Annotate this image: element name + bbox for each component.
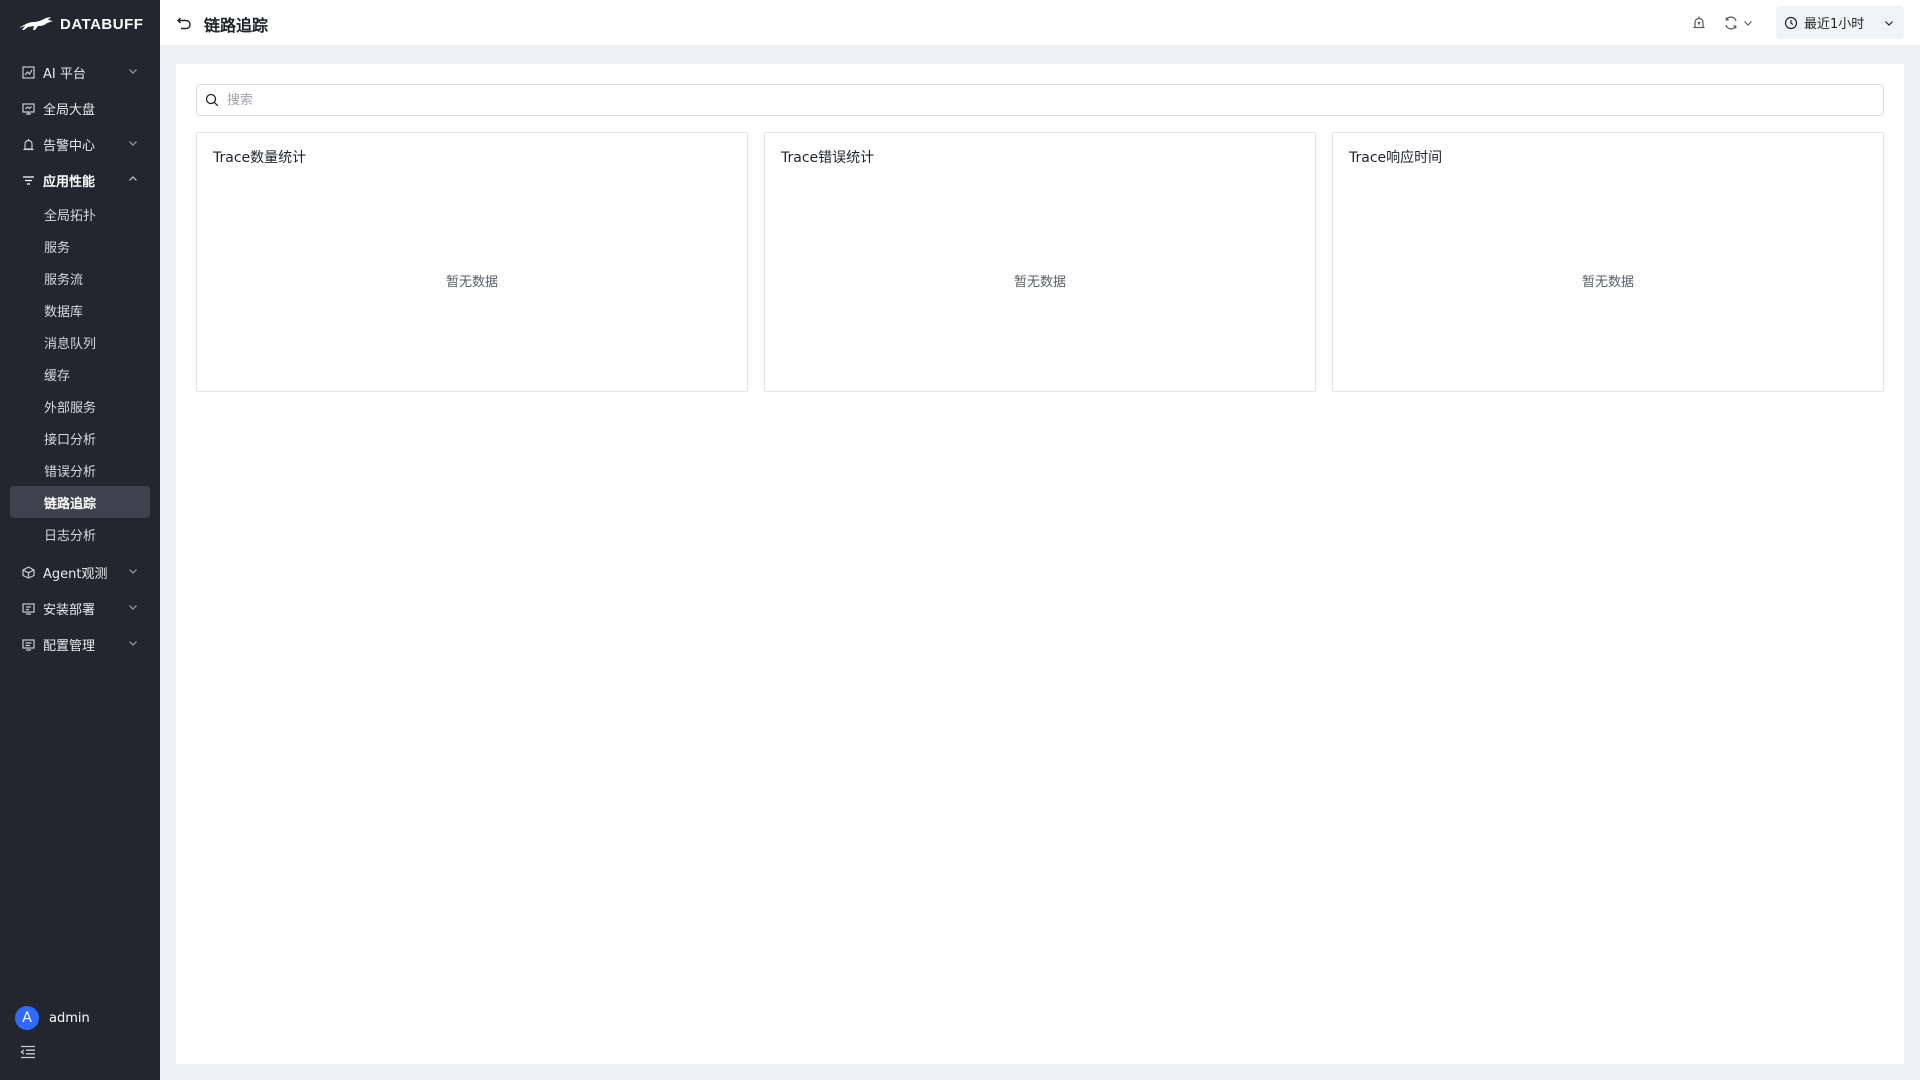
- sidebar-item-install-deploy[interactable]: 安装部署: [0, 590, 160, 626]
- card-trace-errors: Trace错误统计 暂无数据: [764, 132, 1316, 392]
- card-title: Trace错误统计: [781, 150, 875, 166]
- card-trace-response-time: Trace响应时间 暂无数据: [1332, 132, 1884, 392]
- page-title: 链路追踪: [204, 16, 269, 35]
- sidebar-subitem-message-queue[interactable]: 消息队列: [0, 326, 160, 358]
- sidebar-item-ai-platform[interactable]: AI 平台: [0, 54, 160, 90]
- main-content: Trace数量统计 暂无数据 Trace错误统计 暂无数据 Trace响应时间 …: [176, 64, 1904, 1064]
- search-input[interactable]: [227, 92, 1827, 108]
- logo[interactable]: DATABUFF: [18, 14, 143, 34]
- back-icon[interactable]: [176, 15, 192, 31]
- empty-state-text: 暂无数据: [1581, 275, 1634, 290]
- sidebar-item-alarm-center[interactable]: 告警中心: [0, 126, 160, 162]
- chevron-down-icon: [128, 602, 138, 612]
- sidebar-item-label: Agent观测: [43, 566, 108, 582]
- cube-icon: [21, 565, 35, 579]
- sidebar-item-label: 配置管理: [43, 638, 96, 654]
- sidebar-submenu-app-performance: 全局拓扑 服务 服务流 数据库 消息队列 缓存 外部服务 接口分析 错误分析 链…: [0, 198, 160, 550]
- chart-icon: [21, 65, 35, 79]
- chevron-down-icon: [1884, 18, 1894, 28]
- user-profile[interactable]: A admin: [15, 1006, 90, 1030]
- time-range-picker[interactable]: 最近1小时: [1776, 6, 1904, 39]
- sidebar-item-label: 告警中心: [43, 138, 96, 154]
- monitor-icon: [21, 101, 35, 115]
- sidebar-subitem-global-topology[interactable]: 全局拓扑: [0, 198, 160, 230]
- sidebar-subitem-log-analysis[interactable]: 日志分析: [0, 518, 160, 550]
- databuff-logo-icon: [18, 16, 54, 32]
- search-box[interactable]: [196, 84, 1884, 116]
- logo-text: DATABUFF: [60, 15, 144, 33]
- sidebar-item-global-dashboard[interactable]: 全局大盘: [0, 90, 160, 126]
- chevron-down-icon: [1743, 18, 1753, 28]
- sidebar-subitem-database[interactable]: 数据库: [0, 294, 160, 326]
- install-icon: [21, 601, 35, 615]
- sidebar-item-config-management[interactable]: 配置管理: [0, 626, 160, 662]
- card-title: Trace数量统计: [213, 150, 307, 166]
- sidebar-subitem-interface-analysis[interactable]: 接口分析: [0, 422, 160, 454]
- sidebar-item-label: 应用性能: [43, 174, 96, 190]
- user-name: admin: [49, 1010, 90, 1026]
- sidebar-collapse-icon[interactable]: [20, 1045, 36, 1059]
- sidebar-item-agent-observe[interactable]: Agent观测: [0, 554, 160, 590]
- clock-icon: [1784, 16, 1798, 30]
- alarm-icon: [21, 137, 35, 151]
- sidebar-nav: AI 平台 全局大盘 告警中心 应用性能 全局拓扑 服务 服务流 数据库 消息队…: [0, 54, 160, 662]
- settings-panel-icon: [21, 637, 35, 651]
- chevron-down-icon: [128, 66, 138, 76]
- sidebar-subitem-cache[interactable]: 缓存: [0, 358, 160, 390]
- avatar: A: [15, 1006, 39, 1030]
- sidebar-subitem-trace[interactable]: 链路追踪: [10, 486, 150, 518]
- sidebar-item-label: AI 平台: [43, 66, 86, 82]
- filter-list-icon: [21, 173, 35, 187]
- refresh-dropdown[interactable]: [1723, 15, 1757, 31]
- alarm-bell-icon[interactable]: [1691, 15, 1707, 31]
- sidebar-subitem-external-services[interactable]: 外部服务: [0, 390, 160, 422]
- search-icon: [205, 93, 219, 107]
- sidebar: DATABUFF AI 平台 全局大盘 告警中心 应用性能 全局拓扑 服务 服务…: [0, 0, 160, 1080]
- chevron-down-icon: [128, 138, 138, 148]
- refresh-icon: [1723, 15, 1739, 31]
- sidebar-subitem-error-analysis[interactable]: 错误分析: [0, 454, 160, 486]
- chevron-up-icon: [128, 174, 138, 184]
- card-trace-count: Trace数量统计 暂无数据: [196, 132, 748, 392]
- time-range-label: 最近1小时: [1804, 17, 1865, 32]
- sidebar-subitem-services[interactable]: 服务: [0, 230, 160, 262]
- sidebar-subitem-service-flow[interactable]: 服务流: [0, 262, 160, 294]
- top-header: 链路追踪 最近1小时: [160, 0, 1920, 46]
- chevron-down-icon: [128, 638, 138, 648]
- sidebar-item-label: 全局大盘: [43, 102, 96, 118]
- sidebar-item-app-performance[interactable]: 应用性能: [0, 162, 160, 198]
- empty-state-text: 暂无数据: [445, 275, 498, 290]
- chevron-down-icon: [128, 566, 138, 576]
- sidebar-item-label: 安装部署: [43, 602, 96, 618]
- stats-cards: Trace数量统计 暂无数据 Trace错误统计 暂无数据 Trace响应时间 …: [196, 132, 1884, 392]
- card-title: Trace响应时间: [1349, 150, 1443, 166]
- empty-state-text: 暂无数据: [1013, 275, 1066, 290]
